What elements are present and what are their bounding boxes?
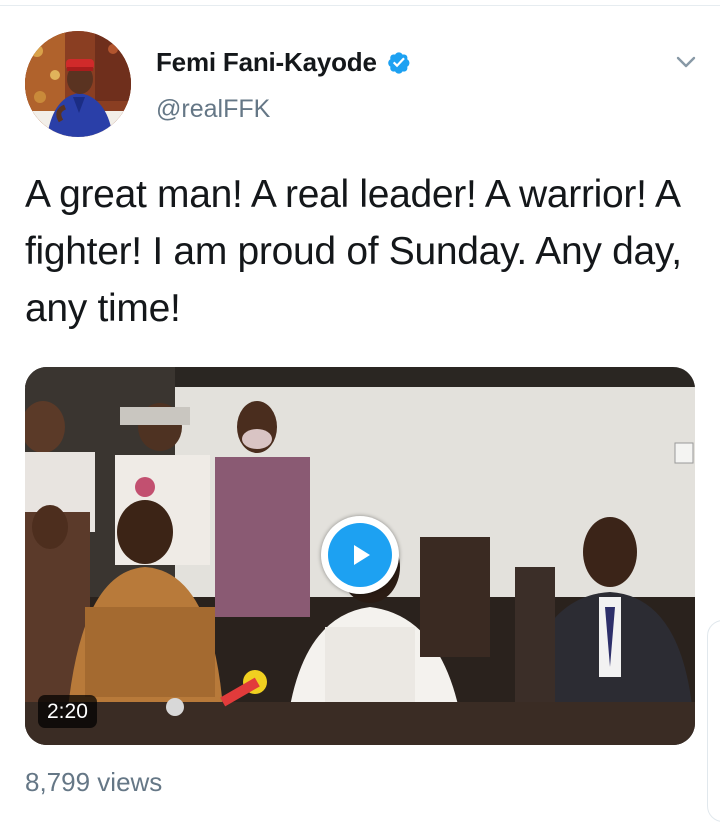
video-player[interactable]: 2:20 <box>25 367 695 745</box>
offscreen-card-edge <box>707 620 720 822</box>
author-handle[interactable]: @realFFK <box>156 95 270 124</box>
verified-badge-icon <box>386 50 411 75</box>
play-icon <box>328 523 392 587</box>
tweet-text: A great man! A real leader! A warrior! A… <box>25 173 682 330</box>
chevron-down-icon[interactable] <box>672 48 700 76</box>
author-display-name[interactable]: Femi Fani-Kayode <box>156 47 377 78</box>
play-button[interactable] <box>321 516 399 594</box>
video-duration: 2:20 <box>38 695 97 728</box>
author-name-row[interactable]: Femi Fani-Kayode <box>156 44 411 80</box>
author-avatar[interactable] <box>25 31 131 137</box>
view-count: 8,799 views <box>25 767 163 797</box>
top-divider <box>0 5 720 6</box>
avatar-photo <box>25 31 131 137</box>
